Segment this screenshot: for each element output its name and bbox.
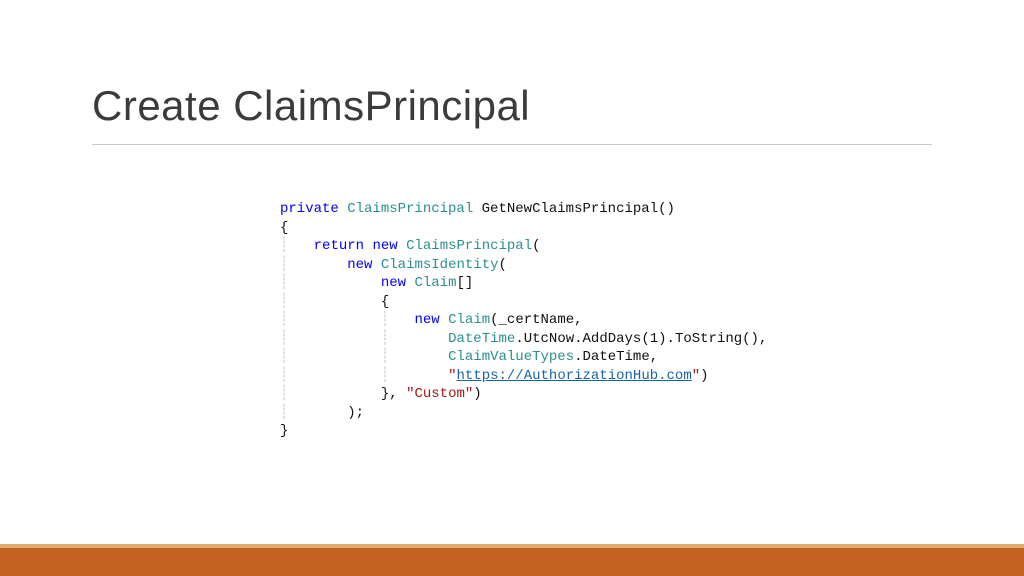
type-claimvaluetypes: ClaimValueTypes bbox=[448, 349, 574, 365]
slide-title: Create ClaimsPrincipal bbox=[92, 82, 932, 130]
footer-accent-main bbox=[0, 548, 1024, 576]
type-claimsprincipal-2: ClaimsPrincipal bbox=[406, 238, 532, 254]
type-claim-2: Claim bbox=[448, 312, 490, 328]
paren-close: ) bbox=[700, 368, 708, 384]
title-underline bbox=[92, 144, 932, 145]
kw-private: private bbox=[280, 201, 339, 217]
datetime-chain: .UtcNow.AddDays(1).ToString(), bbox=[515, 331, 767, 347]
kw-new-4: new bbox=[414, 312, 439, 328]
paren-close-2: ) bbox=[473, 386, 481, 402]
brace-close: } bbox=[280, 423, 288, 439]
brace-close-comma: }, bbox=[381, 386, 406, 402]
kw-new-3: new bbox=[381, 275, 406, 291]
type-claim: Claim bbox=[414, 275, 456, 291]
title-block: Create ClaimsPrincipal bbox=[92, 82, 932, 145]
code-snippet: private ClaimsPrincipal GetNewClaimsPrin… bbox=[280, 200, 767, 441]
footer-bar bbox=[0, 544, 1024, 576]
array-brackets: [] bbox=[456, 275, 473, 291]
kw-return: return bbox=[314, 238, 364, 254]
slide: Create ClaimsPrincipal private ClaimsPri… bbox=[0, 0, 1024, 576]
brace-open-2: { bbox=[381, 294, 389, 310]
kw-new: new bbox=[372, 238, 397, 254]
type-claimsidentity: ClaimsIdentity bbox=[381, 257, 499, 273]
method-name: GetNewClaimsPrincipal() bbox=[482, 201, 675, 217]
claim-args: (_certName, bbox=[490, 312, 582, 328]
brace-open: { bbox=[280, 220, 288, 236]
paren: ( bbox=[532, 238, 540, 254]
kw-new-2: new bbox=[347, 257, 372, 273]
paren-2: ( bbox=[499, 257, 507, 273]
stmt-close: ); bbox=[347, 405, 364, 421]
type-datetime: DateTime bbox=[448, 331, 515, 347]
str-quote-open: " bbox=[448, 368, 456, 384]
type-claimsprincipal: ClaimsPrincipal bbox=[347, 201, 473, 217]
url-literal: https://AuthorizationHub.com bbox=[457, 368, 692, 384]
cvt-rest: .DateTime, bbox=[574, 349, 658, 365]
str-custom: "Custom" bbox=[406, 386, 473, 402]
str-quote-close: " bbox=[692, 368, 700, 384]
